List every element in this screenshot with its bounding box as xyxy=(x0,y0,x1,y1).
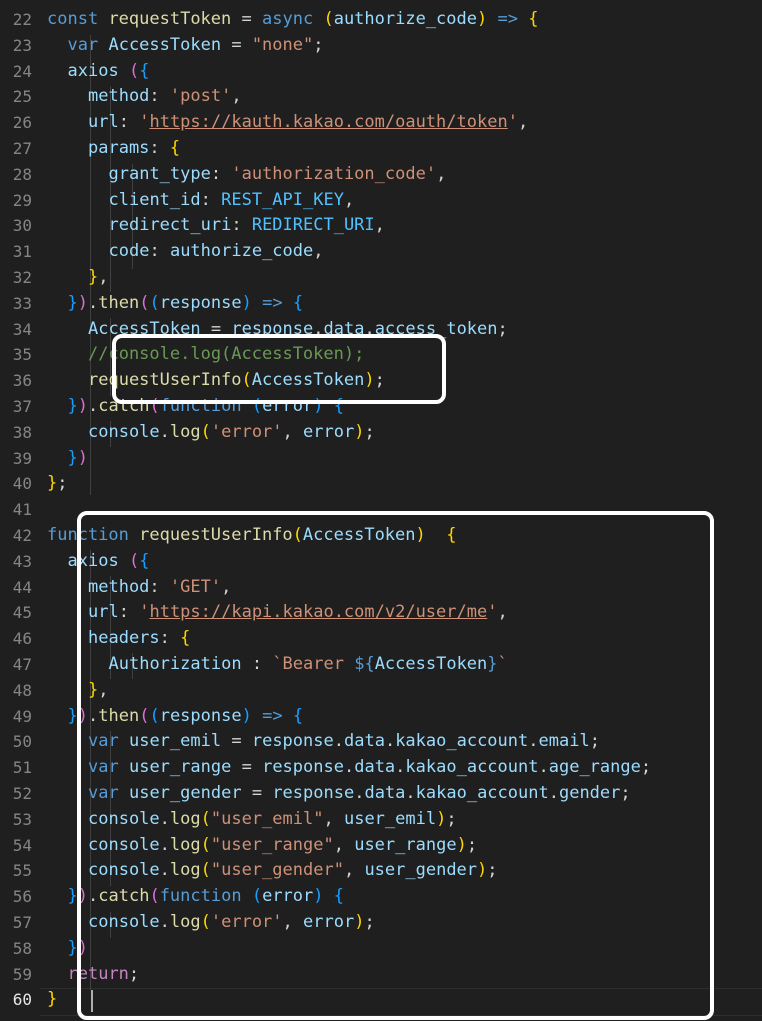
line-number: 22 xyxy=(12,10,32,29)
code-line[interactable]: 38 console.log('error', error); xyxy=(0,420,762,446)
line-number: 40 xyxy=(12,474,32,494)
code-line[interactable]: 23 var AccessToken = "none"; xyxy=(0,33,762,59)
code-text[interactable]: }) xyxy=(47,446,89,472)
code-text[interactable]: }, xyxy=(47,265,109,291)
code-line[interactable]: 24 axios ({ xyxy=(0,59,762,85)
line-number: 31 xyxy=(12,242,32,262)
code-text[interactable]: }; xyxy=(47,471,68,497)
highlight-box-function xyxy=(77,511,714,1020)
line-number: 37 xyxy=(12,397,32,416)
code-line[interactable]: 28 grant_type: 'authorization_code', xyxy=(0,162,762,188)
line-number: 30 xyxy=(12,216,32,236)
code-line[interactable]: 40}; xyxy=(0,471,762,497)
line-number: 25 xyxy=(12,87,32,107)
line-number: 47 xyxy=(12,655,32,674)
code-text[interactable]: grant_type: 'authorization_code', xyxy=(47,162,447,188)
code-text[interactable]: client_id: REST_API_KEY, xyxy=(47,188,355,214)
code-text[interactable]: }).then((response) => { xyxy=(47,291,304,317)
line-number: 48 xyxy=(12,680,32,700)
line-number: 46 xyxy=(12,629,32,649)
line-number: 52 xyxy=(12,784,32,803)
code-text[interactable]: const requestToken = async (authorize_co… xyxy=(47,7,538,33)
line-number: 38 xyxy=(12,422,32,442)
line-number: 26 xyxy=(12,113,32,133)
line-number: 24 xyxy=(12,61,32,81)
line-number: 51 xyxy=(12,758,32,778)
line-number: 35 xyxy=(12,345,32,365)
code-text[interactable]: axios ({ xyxy=(47,59,150,85)
line-number: 49 xyxy=(12,706,32,726)
highlight-box-callsite xyxy=(112,334,446,404)
line-number: 32 xyxy=(12,268,32,287)
line-number: 34 xyxy=(12,319,32,339)
code-line[interactable]: 27 params: { xyxy=(0,136,762,162)
line-number: 57 xyxy=(12,913,32,932)
line-number: 23 xyxy=(12,35,32,55)
line-number: 44 xyxy=(12,577,32,597)
line-number: 56 xyxy=(12,887,32,907)
code-text[interactable]: console.log('error', error); xyxy=(47,420,375,446)
line-number: 55 xyxy=(12,861,32,881)
line-number: 43 xyxy=(12,551,32,571)
line-number: 53 xyxy=(12,809,32,829)
line-number: 41 xyxy=(12,500,32,520)
line-number: 54 xyxy=(12,835,32,855)
code-text[interactable]: } xyxy=(47,987,57,1013)
line-number: 39 xyxy=(12,448,32,468)
line-number: 50 xyxy=(12,732,32,752)
code-text[interactable]: redirect_uri: REDIRECT_URI, xyxy=(47,213,385,239)
line-number: 58 xyxy=(12,938,32,958)
line-number: 29 xyxy=(12,190,32,210)
line-number: 27 xyxy=(12,139,32,158)
code-text[interactable]: var AccessToken = "none"; xyxy=(47,33,324,59)
code-line[interactable]: 31 code: authorize_code, xyxy=(0,239,762,265)
code-line[interactable]: 33 }).then((response) => { xyxy=(0,291,762,317)
code-line[interactable]: 32 }, xyxy=(0,265,762,291)
code-line[interactable]: 26 url: 'https://kauth.kakao.com/oauth/t… xyxy=(0,110,762,136)
line-number: 45 xyxy=(12,603,32,623)
code-text[interactable]: code: authorize_code, xyxy=(47,239,324,265)
code-text[interactable]: url: 'https://kauth.kakao.com/oauth/toke… xyxy=(47,110,528,136)
line-number: 60 xyxy=(12,990,32,1010)
code-editor[interactable]: 22 const requestToken = async (authorize_… xyxy=(0,0,762,1021)
code-line[interactable]: 25 method: 'post', xyxy=(0,84,762,110)
code-line[interactable]: 29 client_id: REST_API_KEY, xyxy=(0,188,762,214)
line-number: 59 xyxy=(12,964,32,984)
line-number: 36 xyxy=(12,371,32,391)
line-number: 28 xyxy=(12,164,32,184)
code-text[interactable]: method: 'post', xyxy=(47,84,242,110)
code-line[interactable]: 22 const requestToken = async (authorize_… xyxy=(0,7,762,33)
text-cursor xyxy=(91,990,93,1012)
line-number: 42 xyxy=(12,526,32,545)
code-text[interactable]: params: { xyxy=(47,136,180,162)
code-line[interactable]: 30 redirect_uri: REDIRECT_URI, xyxy=(0,213,762,239)
line-number: 33 xyxy=(12,293,32,313)
code-line[interactable]: 39 }) xyxy=(0,446,762,472)
